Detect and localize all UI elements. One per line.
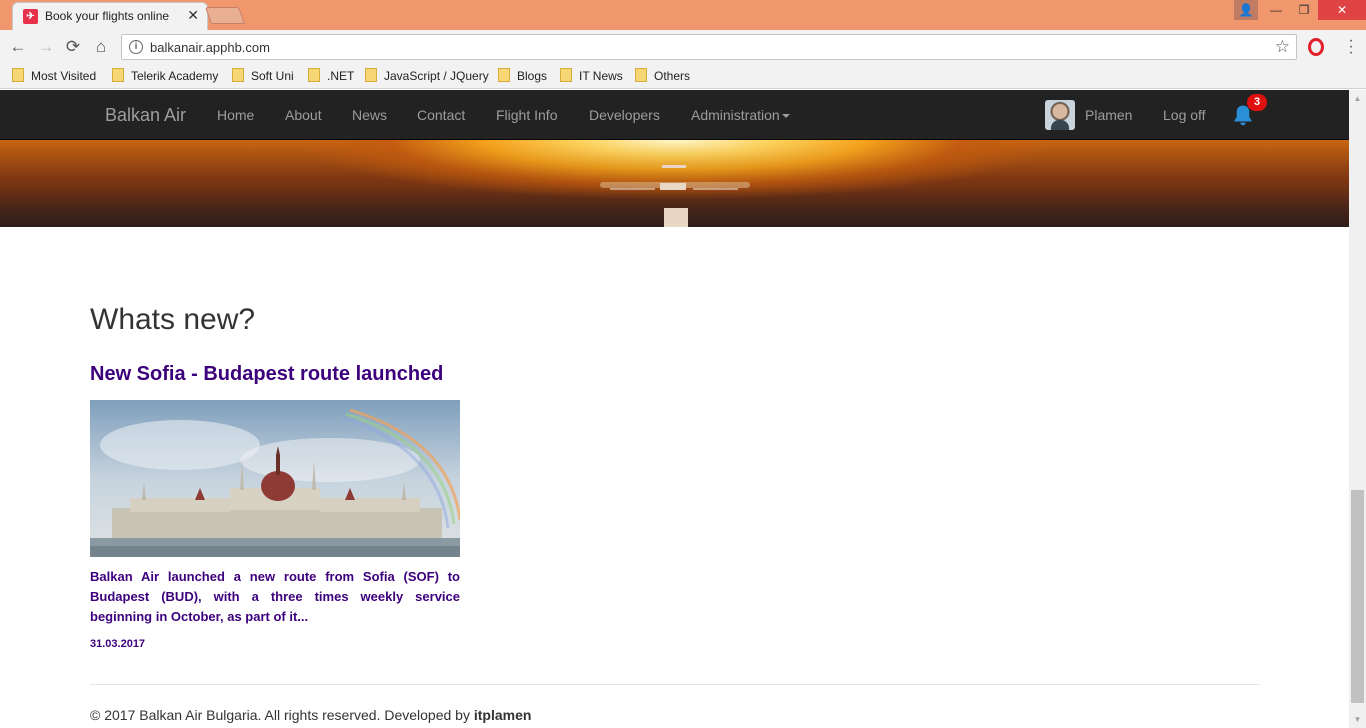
nav-about[interactable]: About [285,107,322,123]
scrollbar-thumb[interactable] [1351,490,1364,703]
nav-contact[interactable]: Contact [417,107,465,123]
news-item-image[interactable] [90,400,460,557]
nav-developers[interactable]: Developers [589,107,660,123]
footer-text: © 2017 Balkan Air Bulgaria. All rights r… [90,707,474,723]
user-profile-icon[interactable]: 👤 [1234,0,1258,20]
balkan-air-favicon-icon: ✈ [23,9,38,24]
nav-news[interactable]: News [352,107,387,123]
nav-administration-dropdown[interactable]: Administration [691,107,790,123]
runway-edge-marking [693,188,738,190]
folder-icon [12,68,24,82]
forward-arrow-icon[interactable]: → [35,36,57,58]
folder-icon [635,68,647,82]
page-scrollbar[interactable]: ▲ ▼ [1349,90,1366,728]
address-bar-url[interactable]: balkanair.apphb.com [150,40,270,55]
nav-log-off[interactable]: Log off [1163,107,1206,123]
nav-home[interactable]: Home [217,107,254,123]
site-navbar: Balkan Air Home About News Contact Fligh… [0,90,1349,140]
bookmark-dotnet[interactable]: .NET [308,68,354,85]
nav-flight-info[interactable]: Flight Info [496,107,557,123]
browser-titlebar: ✈ Book your flights online ✕ 👤 — ❐ ✕ [0,0,1366,30]
caret-down-icon [781,114,790,119]
runway-marking [660,183,686,190]
bookmark-soft-uni[interactable]: Soft Uni [232,68,294,85]
minimize-button[interactable]: — [1262,0,1290,20]
tab-title: Book your flights online [45,9,170,23]
user-avatar[interactable] [1045,100,1075,130]
browser-tab[interactable]: ✈ Book your flights online ✕ [12,2,208,30]
home-icon[interactable]: ⌂ [90,36,112,58]
page-heading: Whats new? [90,303,256,336]
runway-edge-marking [610,188,655,190]
news-item-date: 31.03.2017 [90,638,146,650]
back-arrow-icon[interactable]: ← [7,36,29,58]
footer-author: itplamen [473,707,532,723]
brand-link[interactable]: Balkan Air [105,105,186,126]
news-item-summary[interactable]: Balkan Air launched a new route from Sof… [90,567,460,627]
hero-runway-banner [0,140,1349,227]
close-window-button[interactable]: ✕ [1318,0,1366,20]
reload-icon[interactable]: ⟳ [62,36,84,58]
bookmark-it-news[interactable]: IT News [560,68,623,85]
tab-close-icon[interactable]: ✕ [187,7,199,24]
news-item-title-link[interactable]: New Sofia - Budapest route launched [90,363,443,386]
bookmark-blogs[interactable]: Blogs [498,68,547,85]
folder-icon [560,68,572,82]
page-footer: © 2017 Balkan Air Bulgaria. All rights r… [90,707,531,723]
nav-user-name[interactable]: Plamen [1085,107,1132,123]
new-tab-button[interactable] [204,7,246,24]
bookmark-most-visited[interactable]: Most Visited [12,68,96,85]
folder-icon [232,68,244,82]
web-page: Balkan Air Home About News Contact Fligh… [0,90,1349,728]
scroll-down-arrow-icon[interactable]: ▼ [1349,711,1366,728]
folder-icon [112,68,124,82]
folder-icon [308,68,320,82]
avatar-body [1051,120,1069,130]
bookmarks-bar: Most Visited Telerik Academy Soft Uni .N… [0,64,1366,89]
footer-divider [90,684,1260,685]
browser-menu-icon[interactable]: · · · [1346,33,1356,61]
site-info-icon[interactable]: i [129,40,143,54]
bookmark-others[interactable]: Others [635,68,690,85]
folder-icon [365,68,377,82]
bookmark-javascript-jquery[interactable]: JavaScript / JQuery [365,68,489,85]
runway-marking [662,165,686,168]
opera-extension-icon[interactable] [1308,38,1324,56]
nav-administration-label: Administration [691,107,780,123]
bookmark-telerik-academy[interactable]: Telerik Academy [112,68,218,85]
folder-icon [498,68,510,82]
bookmark-star-icon[interactable]: ☆ [1275,37,1290,57]
notification-count-badge: 3 [1247,94,1267,111]
scroll-up-arrow-icon[interactable]: ▲ [1349,90,1366,107]
address-bar[interactable]: i balkanair.apphb.com ☆ [121,34,1297,60]
runway-marking [664,208,688,227]
browser-toolbar: ← → ⟳ ⌂ i balkanair.apphb.com ☆ · · · [0,30,1366,64]
restore-button[interactable]: ❐ [1290,0,1318,20]
